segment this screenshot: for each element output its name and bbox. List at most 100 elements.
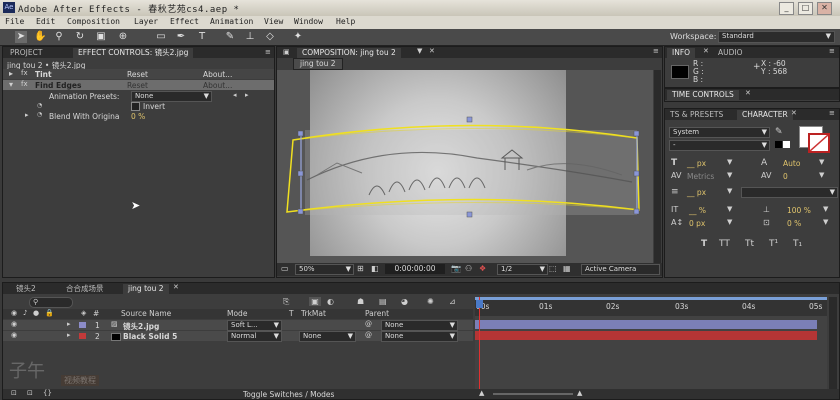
rotate-tool-icon[interactable]: ↻ (74, 31, 86, 43)
rectangle-tool-icon[interactable]: ▭ (155, 31, 167, 43)
selection-tool-icon[interactable]: ➤ (15, 31, 27, 43)
timeline-search-input[interactable]: ⚲ (29, 297, 73, 308)
toggle-switches-modes-button[interactable]: Toggle Switches / Modes (243, 390, 334, 399)
subscript-button[interactable]: T₁ (793, 239, 802, 249)
layer-parent-select-1[interactable]: None ▼ (381, 320, 458, 331)
tracking-value[interactable]: 0 (783, 172, 788, 181)
timeline-track-area[interactable]: 00s 01s 02s 03s 04s 05s (475, 297, 827, 399)
pan-behind-tool-icon[interactable]: ⊕ (117, 31, 129, 43)
zoom-in-icon[interactable]: ▲ (577, 389, 582, 397)
stroke-style-select[interactable]: ▼ (741, 187, 838, 198)
chevron-down-icon[interactable]: ▼ (727, 158, 732, 166)
show-snapshot-icon[interactable]: ⚇ (465, 264, 472, 273)
menu-file[interactable]: File (5, 17, 24, 26)
in-out-icon[interactable]: {} (43, 389, 52, 397)
vertical-scale-value[interactable]: __ % (689, 206, 706, 215)
type-tool-icon[interactable]: T (196, 31, 208, 43)
close-tab-icon[interactable]: ✕ (745, 89, 751, 97)
transparency-grid-icon[interactable]: ▦ (563, 264, 571, 273)
lock-icon[interactable]: ▣ (283, 48, 290, 56)
font-style-select[interactable]: - ▼ (669, 140, 770, 151)
workspace-select[interactable]: Standard ▼ (718, 31, 835, 43)
tab-project[interactable]: PROJECT (5, 48, 47, 58)
hide-shy-layers-icon[interactable]: ☗ (357, 297, 364, 306)
tab-effects-presets[interactable]: TS & PRESETS (665, 110, 728, 120)
tab-character[interactable]: CHARACTER (737, 110, 793, 120)
chevron-down-icon[interactable]: ▼ (727, 171, 732, 179)
zoom-out-icon[interactable]: ▲ (479, 389, 484, 397)
layer-duration-bar-2[interactable] (475, 331, 817, 340)
animation-presets-select[interactable]: None ▼ (131, 91, 212, 102)
menu-help[interactable]: Help (336, 17, 355, 26)
collapse-arrow-icon[interactable]: ▾ (9, 80, 13, 89)
brainstorm-icon[interactable]: ✺ (427, 297, 434, 306)
label-color-1[interactable] (79, 322, 86, 328)
zoom-tool-icon[interactable]: ⚲ (53, 31, 65, 43)
col-parent[interactable]: Parent (365, 309, 389, 318)
white-swatch[interactable] (783, 141, 790, 148)
motion-blur-icon[interactable]: ◕ (401, 297, 408, 306)
about-tint-link[interactable]: About... (203, 70, 232, 79)
effect-row-find-edges[interactable]: ▾ fx Find Edges Reset About... (3, 80, 274, 90)
layer-row-1[interactable]: ◉ ▸ 1 ▨ 镜头2.jpg Soft L... ▼ @ None ▼ (3, 320, 473, 331)
col-t[interactable]: T (289, 309, 294, 318)
chevron-down-icon[interactable]: ▼ (819, 171, 824, 179)
expand-arrow-icon[interactable]: ▸ (67, 320, 71, 328)
kerning-value[interactable]: Metrics (687, 172, 714, 181)
layer-name-2[interactable]: Black Solid 5 (123, 332, 177, 341)
stopwatch-icon[interactable]: ◔ (37, 102, 42, 109)
superscript-button[interactable]: T¹ (769, 239, 778, 249)
puppet-tool-icon[interactable]: ✦ (292, 31, 304, 43)
tab-timeline-jingtou2-cn[interactable]: 镜头2 (11, 284, 41, 294)
blend-with-original-value[interactable]: 0 % (131, 112, 145, 121)
comp-mini-flowchart-icon[interactable]: ⎘ (283, 297, 289, 307)
current-time-indicator[interactable] (479, 297, 480, 399)
chevron-down-icon[interactable]: ▼ (727, 187, 732, 195)
expand-arrow-icon[interactable]: ▸ (9, 69, 13, 78)
close-tab-icon[interactable]: ✕ (173, 283, 179, 291)
chevron-down-icon[interactable]: ▼ (819, 158, 824, 166)
menu-composition[interactable]: Composition (67, 17, 120, 26)
time-ruler[interactable]: 00s 01s 02s 03s 04s 05s (475, 300, 827, 316)
safe-zones-icon[interactable]: ⊞ (357, 264, 364, 273)
effect-row-tint[interactable]: ▸ fx Tint Reset About... (3, 69, 274, 79)
horizontal-scale-value[interactable]: 100 % (787, 206, 811, 215)
leading-value[interactable]: Auto (783, 159, 800, 168)
font-size-value[interactable]: __ px (687, 159, 706, 168)
current-time-display[interactable]: 0:00:00:00 (385, 264, 445, 274)
chevron-down-icon[interactable]: ▼ (417, 47, 422, 55)
expand-arrow-icon[interactable]: ▸ (67, 331, 71, 339)
close-tab-icon[interactable]: ✕ (791, 109, 797, 117)
brush-tool-icon[interactable]: ✎ (224, 31, 236, 43)
channel-rgb-icon[interactable]: ❖ (479, 264, 486, 273)
pen-tool-icon[interactable]: ✒ (175, 31, 187, 43)
panel-menu-icon[interactable]: ≡ (829, 47, 835, 55)
col-trkmat[interactable]: TrkMat (301, 309, 326, 318)
pickwhip-icon[interactable]: @ (365, 331, 372, 339)
timeline-zoom-slider[interactable] (493, 393, 573, 395)
layer-trkmat-select-2[interactable]: None ▼ (299, 331, 356, 342)
label-color-2[interactable] (79, 333, 86, 339)
panel-menu-icon[interactable]: ≡ (265, 48, 271, 56)
chevron-down-icon[interactable]: ▼ (823, 218, 828, 226)
comp-viewer[interactable] (277, 70, 653, 263)
camera-tool-icon[interactable]: ▣ (95, 31, 107, 43)
stroke-width-value[interactable]: __ px (687, 188, 706, 197)
panel-menu-icon[interactable]: ≡ (653, 47, 659, 55)
frame-blending-icon[interactable]: ▤ (379, 297, 387, 306)
tab-time-controls[interactable]: TIME CONTROLS (667, 90, 739, 100)
tab-timeline-jingtou2[interactable]: jing tou 2 (123, 284, 169, 294)
close-tab-icon[interactable]: ✕ (429, 47, 435, 55)
stroke-color-swatch[interactable] (808, 133, 830, 153)
mask-view-icon[interactable]: ◧ (371, 264, 379, 273)
snapshot-icon[interactable]: 📷 (451, 264, 461, 273)
menu-animation[interactable]: Animation (210, 17, 253, 26)
zoom-select[interactable]: 50% ▼ (295, 264, 354, 275)
layer-mode-select-2[interactable]: Normal ▼ (227, 331, 282, 342)
eraser-tool-icon[interactable]: ◇ (264, 31, 276, 43)
menu-edit[interactable]: Edit (36, 17, 55, 26)
next-preset-icon[interactable]: ▸ (245, 91, 249, 99)
menu-view[interactable]: View (264, 17, 283, 26)
about-find-edges-link[interactable]: About... (203, 81, 232, 90)
pickwhip-icon[interactable]: @ (365, 320, 372, 328)
